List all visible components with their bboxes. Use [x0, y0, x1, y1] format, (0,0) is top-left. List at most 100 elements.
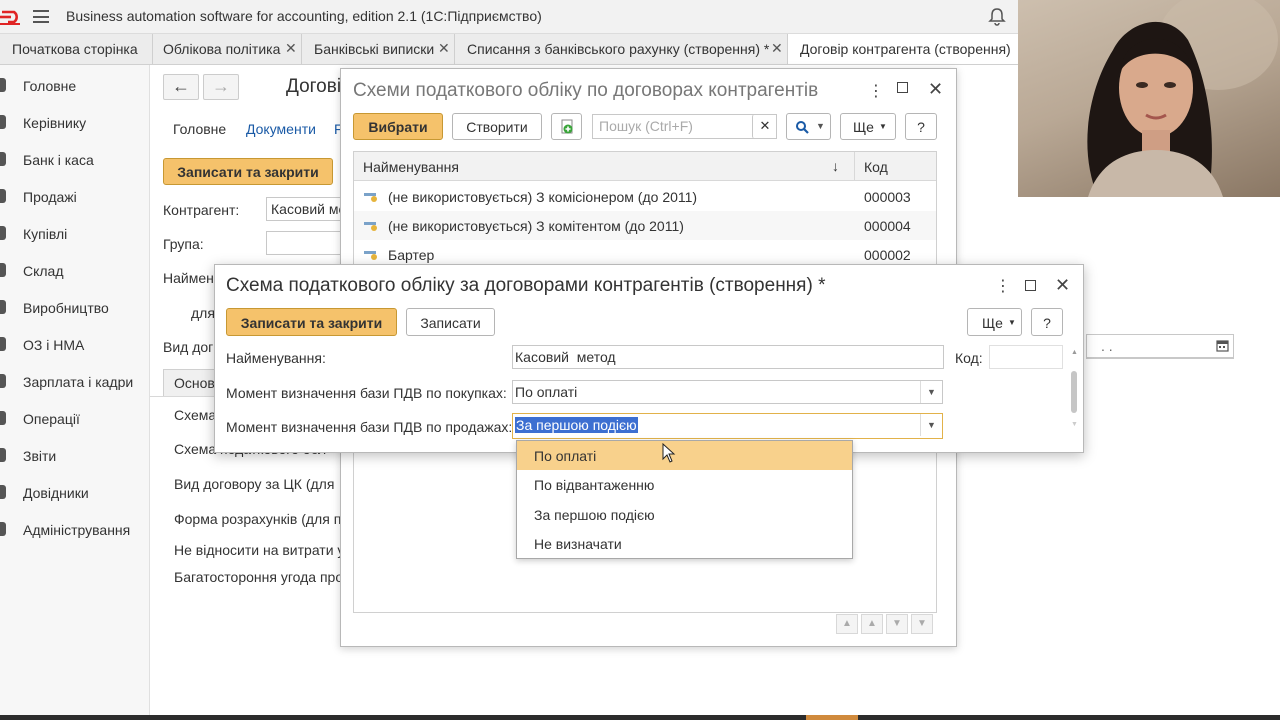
- row-name: (не використовується) З комісіонером (до…: [388, 189, 698, 205]
- section-marker: [0, 152, 6, 166]
- sidebar-item-admin[interactable]: Адміністрування: [0, 516, 150, 544]
- purchase-moment-select[interactable]: По оплаті ▼: [512, 380, 943, 404]
- sort-arrow-icon[interactable]: ↓: [832, 158, 839, 174]
- forward-button[interactable]: →: [203, 74, 239, 100]
- maximize-icon[interactable]: [1025, 280, 1036, 291]
- more-button[interactable]: Ще ▼: [840, 113, 896, 140]
- maximize-icon[interactable]: [897, 82, 908, 93]
- tab-bank-writeoff[interactable]: Списання з банківського рахунку (створен…: [455, 34, 788, 64]
- tab-home[interactable]: Початкова сторінка: [0, 34, 153, 64]
- tab-bank-statements[interactable]: Банківські виписки ✕: [302, 34, 455, 64]
- group-field[interactable]: [266, 231, 346, 255]
- table-row[interactable]: (не використовується) З комітентом (до 2…: [354, 211, 936, 240]
- more-icon[interactable]: ⋮: [995, 276, 1011, 296]
- chevron-down-icon: ▼: [879, 122, 887, 131]
- add-copy-icon: [561, 119, 573, 134]
- scroll-last-button[interactable]: ▼: [911, 614, 933, 634]
- dropdown-option[interactable]: Не визначати: [517, 529, 852, 558]
- hamburger-icon[interactable]: [33, 10, 49, 23]
- bell-icon[interactable]: [988, 7, 1006, 26]
- close-icon[interactable]: ✕: [438, 40, 450, 57]
- payment-form-label: Форма розрахунків (для п: [174, 511, 342, 527]
- calendar-icon[interactable]: [1216, 339, 1229, 352]
- more-icon[interactable]: ⋮: [868, 81, 884, 101]
- search-button[interactable]: ▼: [786, 113, 831, 140]
- tab-label: Договір контрагента (створення): [800, 41, 1011, 57]
- scheme-row-icon: [364, 251, 377, 260]
- code-label: Код:: [955, 350, 983, 366]
- sidebar-item-label: Операції: [23, 411, 80, 427]
- contract-type-label: Вид дог: [163, 339, 214, 355]
- back-button[interactable]: ←: [163, 74, 199, 100]
- tab-contract[interactable]: Договір контрагента (створення): [788, 34, 1018, 64]
- section-marker: [0, 115, 6, 129]
- contract-kind-label: Вид договору за ЦК (для: [174, 476, 335, 492]
- sidebar-item-warehouse[interactable]: Склад: [0, 257, 150, 285]
- create-button[interactable]: Створити: [452, 113, 542, 140]
- row-code: 000004: [864, 218, 911, 234]
- group-label: Група:: [163, 236, 204, 252]
- kontragent-field[interactable]: Касовий ме: [266, 197, 346, 221]
- sidebar-item-salary[interactable]: Зарплата і кадри: [0, 368, 150, 396]
- section-marker: [0, 337, 6, 351]
- section-marker: [0, 448, 6, 462]
- logo-icon[interactable]: [0, 8, 22, 26]
- scroll-down-button[interactable]: ▼: [886, 614, 908, 634]
- column-divider: [854, 152, 855, 181]
- close-icon[interactable]: ✕: [928, 79, 943, 100]
- date-field[interactable]: . .: [1086, 334, 1234, 358]
- section-marker: [0, 411, 6, 425]
- sidebar-item-manager[interactable]: Керівнику: [0, 109, 150, 137]
- dropdown-option[interactable]: За першою подією: [517, 500, 852, 529]
- close-icon[interactable]: ✕: [285, 40, 297, 57]
- save-close-button[interactable]: Записати та закрити: [163, 158, 333, 185]
- help-button[interactable]: ?: [1031, 308, 1063, 336]
- tab-documents[interactable]: Документи: [246, 121, 316, 137]
- help-button[interactable]: ?: [905, 113, 937, 140]
- table-row[interactable]: (не використовується) З комісіонером (до…: [354, 182, 936, 211]
- sidebar-item-assets[interactable]: ОЗ і НМА: [0, 331, 150, 359]
- tab-accounting-policy[interactable]: Облікова політика ✕: [153, 34, 302, 64]
- scroll-first-button[interactable]: ▲: [836, 614, 858, 634]
- sidebar-item-directories[interactable]: Довідники: [0, 479, 150, 507]
- sidebar-item-label: Банк і каса: [23, 152, 94, 168]
- select-button[interactable]: Вибрати: [353, 113, 443, 140]
- chevron-down-icon: ▼: [1008, 318, 1016, 327]
- scroll-down-arrow[interactable]: ▼: [1071, 421, 1078, 428]
- sales-moment-dropdown: По оплаті По відвантаженню За першою под…: [516, 440, 853, 559]
- sidebar-item-purchases[interactable]: Купівлі: [0, 220, 150, 248]
- close-icon[interactable]: ✕: [1055, 275, 1070, 296]
- sidebar-item-bank[interactable]: Банк і каса: [0, 146, 150, 174]
- sales-moment-select[interactable]: За першою подією ▼: [512, 413, 943, 439]
- sidebar-item-operations[interactable]: Операції: [0, 405, 150, 433]
- close-icon[interactable]: ✕: [771, 40, 783, 57]
- more-button[interactable]: Ще ▼: [967, 308, 1022, 336]
- sidebar-item-sales[interactable]: Продажі: [0, 183, 150, 211]
- scrollbar-thumb[interactable]: [1071, 371, 1077, 413]
- more-label: Ще: [853, 119, 874, 135]
- sidebar-item-main[interactable]: Головне: [0, 72, 150, 100]
- chevron-down-icon[interactable]: ▼: [920, 381, 942, 403]
- column-name-header[interactable]: Найменування: [363, 159, 459, 175]
- search-input[interactable]: Пошук (Ctrl+F): [592, 114, 777, 139]
- dropdown-option[interactable]: По оплаті: [517, 441, 852, 470]
- tab-label: Банківські виписки: [314, 41, 435, 57]
- sidebar-item-reports[interactable]: Звіти: [0, 442, 150, 470]
- save-button[interactable]: Записати: [406, 308, 495, 336]
- tab-basic-label: Основ: [174, 375, 215, 391]
- scheme-row-icon: [364, 193, 377, 202]
- chevron-down-icon[interactable]: ▼: [920, 414, 942, 436]
- clear-search-button[interactable]: ✕: [752, 114, 777, 139]
- sidebar-item-production[interactable]: Виробництво: [0, 294, 150, 322]
- scroll-up-button[interactable]: ▲: [861, 614, 883, 634]
- tab-main[interactable]: Головне: [173, 121, 226, 137]
- webcam-video: [1018, 0, 1280, 197]
- scrollbar[interactable]: ▲ ▼: [1069, 349, 1079, 439]
- scroll-up-arrow[interactable]: ▲: [1071, 349, 1078, 356]
- save-close-button[interactable]: Записати та закрити: [226, 308, 397, 336]
- copy-button[interactable]: [551, 113, 582, 140]
- code-field[interactable]: [989, 345, 1063, 369]
- column-code-header[interactable]: Код: [864, 159, 888, 175]
- name-field[interactable]: Касовий метод: [512, 345, 944, 369]
- dropdown-option[interactable]: По відвантаженню: [517, 470, 852, 499]
